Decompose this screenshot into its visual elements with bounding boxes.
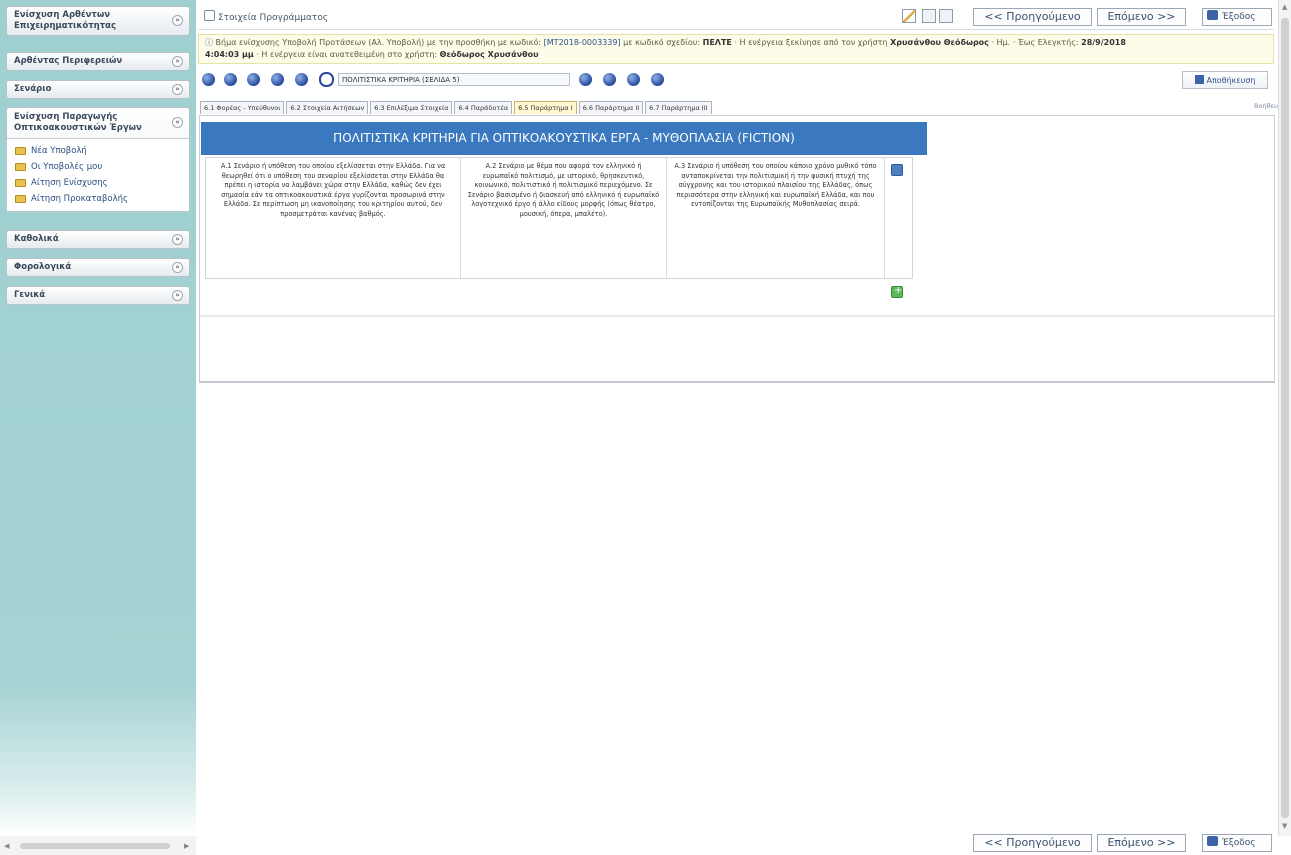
sidebar-item-new-submission[interactable]: Νέα Υποβολή [15,143,189,159]
info-date: 28/9/2018 [1081,38,1126,47]
step-button[interactable] [224,73,237,86]
chevron-icon[interactable]: » [172,55,183,67]
sidebar-panel-label: Σενάριο [14,84,52,94]
grid-view-icon[interactable] [922,9,936,23]
save-icon [1194,75,1204,84]
sidebar-submenu: Νέα Υποβολή Οι Υποβολές μου Αίτηση Ενίσχ… [7,138,189,211]
sidebar-panel-tax[interactable]: Φορολογικά » [6,258,190,277]
workflow-info-bar: ⓘ Βήμα ενίσχυσης Υποβολή Προτάσεων (Αλ. … [198,34,1274,64]
sidebar-panel-general[interactable]: Γενικά » [6,286,190,305]
step-button[interactable] [202,73,215,86]
criteria-table: Α.1 Σενάριο ή υπόθεση του οποίου εξελίσσ… [205,157,913,279]
exit-button-bottom[interactable]: Έξοδος [1202,834,1272,852]
chevron-up-icon[interactable]: « [172,117,183,128]
sidebar-panel-label: Ενίσχυση Αρθέντων Επιχειρηματικότητας [14,10,116,31]
sidebar-item-my-submissions[interactable]: Οι Υποβολές μου [15,159,189,175]
vertical-scrollbar[interactable]: ▲ ▼ [1278,0,1291,836]
criteria-actions-column [885,158,912,278]
horizontal-scrollbar[interactable]: ◀ ▶ [0,836,196,855]
folder-icon [15,147,26,155]
step-button[interactable] [603,73,616,86]
initiator-user: Χρυσάνθου Θεόδωρος [890,38,989,47]
previous-button[interactable]: << Προηγούμενο [973,8,1092,26]
exit-icon [1207,10,1218,20]
sidebar-panel-label: Ενίσχυση Παραγωγής Οπτικοακουστικών Έργω… [14,112,142,133]
folder-icon [15,179,26,187]
chevron-icon[interactable]: » [172,261,183,273]
submission-code: [ΜΤ2018-0003339] [543,38,621,47]
tab-6-3[interactable]: 6.3 Επιλέξιμα Στοιχεία [370,101,453,114]
info-icon: ⓘ [205,38,213,47]
sidebar-panel-regions[interactable]: Αρθέντας Περιφερειών » [6,52,190,71]
current-step-label: ΠΟΛΙΤΙΣΤΙΚΑ ΚΡΙΤΗΡΙΑ (ΣΕΛΙΔΑ 5) [338,73,570,86]
scroll-up-icon[interactable]: ▲ [1282,3,1287,11]
sidebar-panel-label: Γενικά [14,290,46,300]
tab-6-1[interactable]: 6.1 Φορέας - Υπεύθυνοι [200,101,285,114]
exit-button[interactable]: Έξοδος [1202,8,1272,26]
section-title: ΠΟΛΙΤΙΣΤΙΚΑ ΚΡΙΤΗΡΙΑ ΓΙΑ ΟΠΤΙΚΟΑΚΟΥΣΤΙΚΑ… [201,122,927,155]
step-button[interactable] [295,73,308,86]
edit-row-icon[interactable] [891,164,903,176]
step-button[interactable] [271,73,284,86]
section-tabs: 6.1 Φορέας - Υπεύθυνοι 6.2 Στοιχεία Αιτή… [200,101,714,115]
step-button[interactable] [627,73,640,86]
tab-6-5[interactable]: 6.5 Παράρτημα I [514,101,577,114]
exit-icon [1207,836,1218,846]
sidebar: Ενίσχυση Αρθέντων Επιχειρηματικότητας » … [0,0,196,836]
sidebar-panel-entrepreneurship[interactable]: Ενίσχυση Αρθέντων Επιχειρηματικότητας » [6,6,190,36]
wizard-steps: ΠΟΛΙΤΙΣΤΙΚΑ ΚΡΙΤΗΡΙΑ (ΣΕΛΙΔΑ 5) Αποθήκευ… [198,68,1274,92]
help-link[interactable]: Βοήθεια [1254,102,1281,110]
page-title: Στοιχεία Προγράμματος [204,10,328,23]
sidebar-panel-label: Καθολικά [14,234,59,244]
folder-icon [15,163,26,171]
sidebar-item-funding-request[interactable]: Αίτηση Ενίσχυσης [15,175,189,191]
add-row-icon[interactable] [891,285,903,298]
chevron-icon[interactable]: » [172,83,183,95]
chevron-icon[interactable]: » [172,15,183,26]
divider [200,315,1274,317]
criterion-a1: Α.1 Σενάριο ή υπόθεση του οποίου εξελίσσ… [206,158,461,278]
sidebar-panel-label: Φορολογικά [14,262,72,272]
scroll-right-icon[interactable]: ▶ [184,842,189,850]
criteria-panel: ΠΟΛΙΤΙΣΤΙΚΑ ΚΡΙΤΗΡΙΑ ΓΙΑ ΟΠΤΙΚΟΑΚΟΥΣΤΙΚΑ… [199,115,1275,383]
scroll-down-icon[interactable]: ▼ [1282,822,1287,830]
tab-6-2[interactable]: 6.2 Στοιχεία Αιτήσεων [286,101,369,114]
edit-note-icon[interactable] [902,9,916,23]
home-icon[interactable] [204,10,215,21]
project-code: ΠΕΛΤΕ [702,38,732,47]
step-current[interactable] [319,72,334,87]
scroll-left-icon[interactable]: ◀ [4,842,9,850]
sidebar-panel-general-ledger[interactable]: Καθολικά » [6,230,190,249]
sidebar-panel-label: Αρθέντας Περιφερειών [14,56,123,66]
tab-6-4[interactable]: 6.4 Παράδοτέα [454,101,513,114]
horizontal-scroll-thumb[interactable] [20,843,170,849]
save-button[interactable]: Αποθήκευση [1182,71,1268,89]
chevron-icon[interactable]: » [172,289,183,301]
assignee-user: Θεόδωρος Χρυσάνθου [439,50,539,59]
vertical-scroll-thumb[interactable] [1281,18,1289,818]
sidebar-item-advance-request[interactable]: Αίτηση Προκαταβολής [15,191,189,207]
folder-icon [15,195,26,203]
tab-6-7[interactable]: 6.7 Παράρτημα III [645,101,712,114]
info-time: 4:04:03 μμ [205,50,254,59]
top-toolbar: Στοιχεία Προγράμματος << Προηγούμενο Επό… [198,4,1274,30]
tab-6-6[interactable]: 6.6 Παράρτημα II [578,101,644,114]
chevron-icon[interactable]: » [172,233,183,245]
next-button-bottom[interactable]: Επόμενο >> [1097,834,1186,852]
step-button[interactable] [247,73,260,86]
sidebar-panel-scenario[interactable]: Σενάριο » [6,80,190,99]
criterion-a2: Α.2 Σενάριο με θέμα που αφορά τον ελληνι… [461,158,667,278]
print-icon[interactable] [939,9,953,23]
previous-button-bottom[interactable]: << Προηγούμενο [973,834,1092,852]
criterion-a3: Α.3 Σενάριο ή υπόθεση του οποίου κάποιο … [667,158,885,278]
step-button[interactable] [579,73,592,86]
step-button[interactable] [651,73,664,86]
sidebar-panel-audiovisual[interactable]: Ενίσχυση Παραγωγής Οπτικοακουστικών Έργω… [6,107,190,212]
next-button[interactable]: Επόμενο >> [1097,8,1186,26]
